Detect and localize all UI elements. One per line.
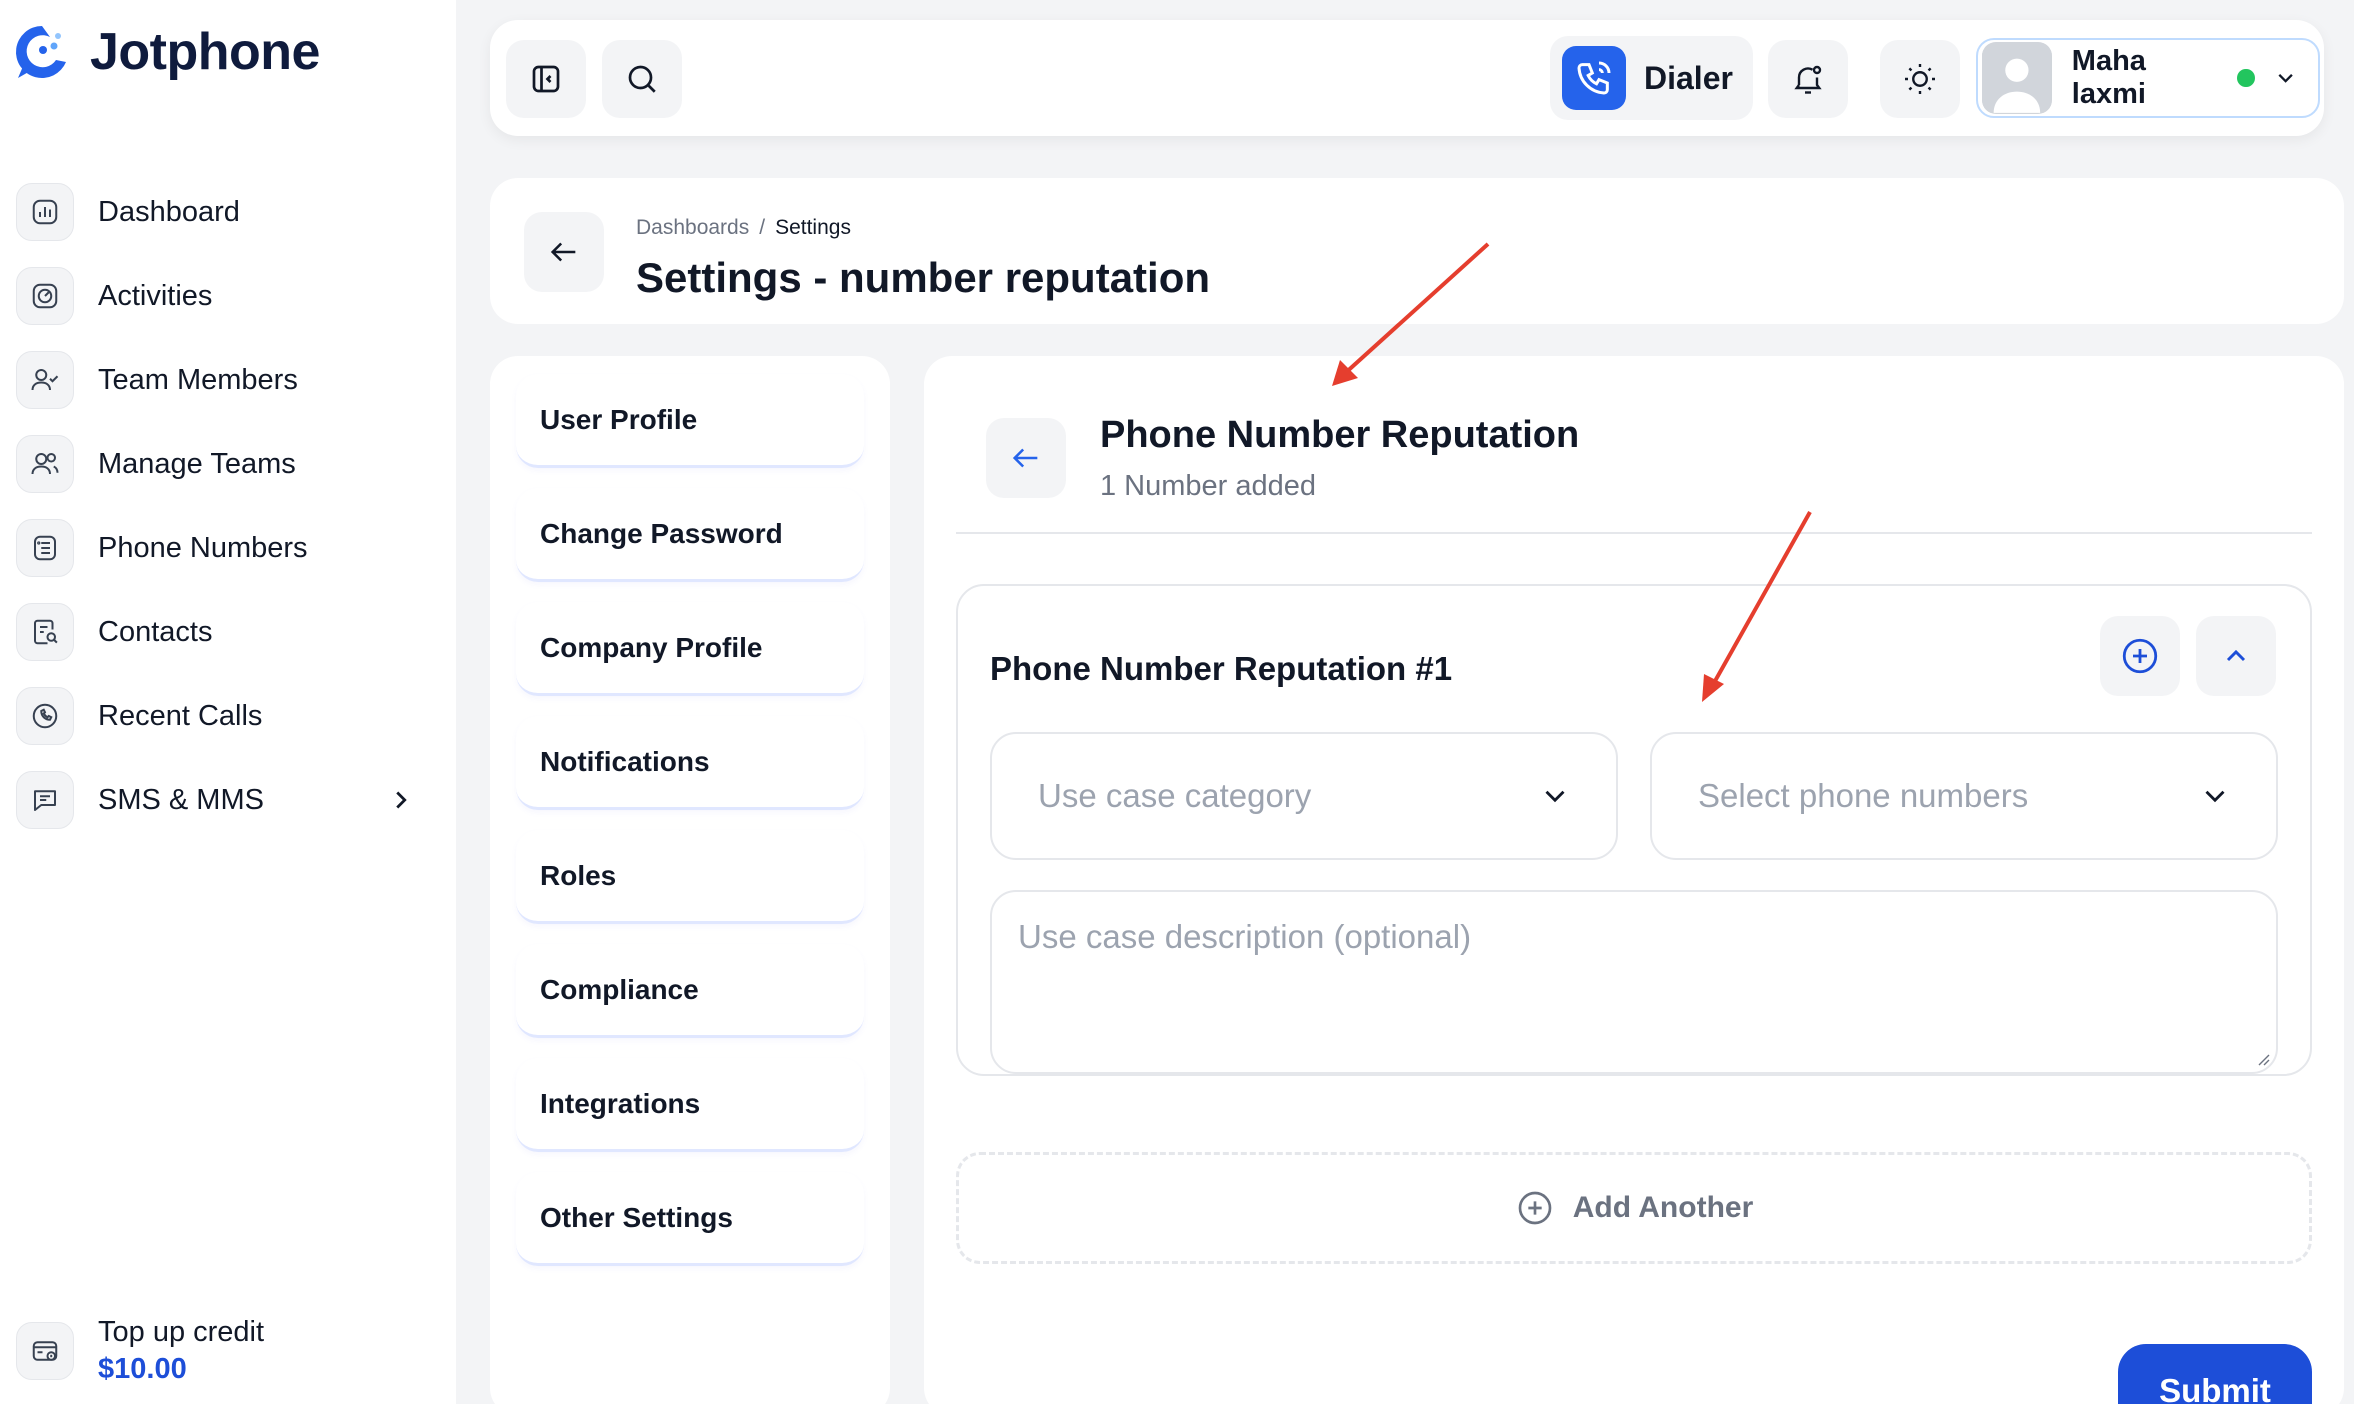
manage-teams-icon — [16, 435, 74, 493]
sun-icon — [1905, 64, 1935, 94]
sidebar-item-sms-mms[interactable]: SMS & MMS — [16, 758, 416, 842]
sidebar-nav: Dashboard Activities Team Members Manage… — [16, 170, 416, 842]
page-header: Dashboards / Settings Settings - number … — [490, 178, 2344, 324]
panel-subtitle: 1 Number added — [1100, 470, 1317, 502]
sms-icon — [16, 771, 74, 829]
panel-title: Phone Number Reputation — [1100, 414, 1580, 456]
collapse-sidebar-button[interactable] — [506, 40, 586, 118]
breadcrumb-dashboards[interactable]: Dashboards — [636, 216, 749, 240]
sidebar-item-manage-teams[interactable]: Manage Teams — [16, 422, 416, 506]
logo[interactable]: Jotphone — [10, 20, 320, 84]
phone-numbers-placeholder: Select phone numbers — [1698, 777, 2029, 814]
activity-icon — [16, 267, 74, 325]
use-case-description-field[interactable]: Use case description (optional) — [990, 890, 2278, 1074]
sidebar-item-contacts[interactable]: Contacts — [16, 590, 416, 674]
credit-amount: $10.00 — [98, 1353, 187, 1385]
sidebar-item-label: Manage Teams — [98, 447, 296, 480]
settings-item-notifications[interactable]: Notifications — [516, 716, 864, 810]
brand-name: Jotphone — [90, 23, 320, 81]
reputation-card: Phone Number Reputation #1 Use case cate… — [956, 584, 2312, 1076]
contacts-icon — [16, 603, 74, 661]
settings-item-compliance[interactable]: Compliance — [516, 944, 864, 1038]
team-members-icon — [16, 351, 74, 409]
chevron-down-icon — [2278, 74, 2293, 83]
search-icon — [628, 65, 656, 93]
notifications-button[interactable] — [1768, 40, 1848, 118]
theme-toggle-button[interactable] — [1880, 40, 1960, 118]
add-another-label: Add Another — [1572, 1191, 1754, 1224]
header-back-button[interactable] — [524, 212, 604, 292]
breadcrumb: Dashboards / Settings — [636, 216, 851, 240]
chart-icon — [16, 183, 74, 241]
use-case-description-placeholder: Use case description (optional) — [1018, 918, 1472, 955]
plus-circle-icon — [2122, 638, 2158, 674]
dialer-button[interactable]: Dialer — [1550, 36, 1753, 120]
jotphone-logo-icon — [16, 26, 66, 78]
avatar — [1982, 42, 2052, 114]
settings-item-change-password[interactable]: Change Password — [516, 488, 864, 582]
sidebar-item-label: Team Members — [98, 363, 298, 396]
settings-menu: User Profile Change Password Company Pro… — [490, 356, 890, 1404]
plus-circle-icon — [1518, 1191, 1552, 1225]
credit-label: Top up credit — [98, 1316, 265, 1348]
collapse-sidebar-icon — [532, 65, 560, 93]
chevron-down-icon — [2205, 790, 2225, 803]
sidebar-item-label: Recent Calls — [98, 699, 263, 732]
breadcrumb-separator: / — [759, 216, 766, 239]
use-case-category-select[interactable]: Use case category — [990, 732, 1618, 860]
top-up-credit[interactable]: Top up credit $10.00 — [16, 1316, 264, 1386]
sidebar: Jotphone Dashboard Activities Team Membe… — [0, 0, 456, 1404]
chevron-right-icon — [396, 791, 407, 809]
collapse-card-button[interactable] — [2196, 616, 2276, 696]
sidebar-item-label: Activities — [98, 279, 213, 312]
sidebar-item-activities[interactable]: Activities — [16, 254, 416, 338]
page-title: Settings - number reputation — [636, 254, 1211, 301]
settings-item-roles[interactable]: Roles — [516, 830, 864, 924]
dialer-label: Dialer — [1644, 59, 1733, 96]
sidebar-item-label: Dashboard — [98, 195, 240, 228]
sidebar-item-label: Phone Numbers — [98, 531, 308, 564]
settings-item-company-profile[interactable]: Company Profile — [516, 602, 864, 696]
add-another-button[interactable]: Add Another — [956, 1152, 2312, 1264]
phone-call-icon — [1562, 46, 1626, 110]
settings-item-other-settings[interactable]: Other Settings — [516, 1172, 864, 1266]
divider — [956, 532, 2312, 534]
chevron-up-icon — [2226, 649, 2246, 662]
arrow-left-icon — [550, 242, 576, 262]
wallet-icon — [16, 1322, 74, 1380]
user-menu[interactable]: Maha laxmi — [1976, 38, 2320, 118]
sidebar-item-label: SMS & MMS — [98, 783, 264, 816]
add-number-button[interactable] — [2100, 616, 2180, 696]
phone-numbers-select[interactable]: Select phone numbers — [1650, 732, 2278, 860]
user-name: Maha laxmi — [2071, 45, 2146, 110]
phone-reputation-panel: Phone Number Reputation 1 Number added P… — [924, 356, 2344, 1404]
recent-calls-icon — [16, 687, 74, 745]
settings-item-integrations[interactable]: Integrations — [516, 1058, 864, 1152]
sidebar-item-phone-numbers[interactable]: Phone Numbers — [16, 506, 416, 590]
chevron-down-icon — [1545, 790, 1565, 803]
sidebar-item-dashboard[interactable]: Dashboard — [16, 170, 416, 254]
online-status-dot — [2237, 69, 2255, 87]
topbar: Dialer Maha laxmi — [490, 20, 2324, 136]
use-case-category-placeholder: Use case category — [1038, 777, 1312, 814]
arrow-left-icon — [1012, 448, 1038, 468]
reputation-card-title: Phone Number Reputation #1 — [990, 650, 1453, 687]
submit-button[interactable]: Submit — [2118, 1344, 2312, 1404]
resize-handle-icon[interactable] — [2254, 1050, 2270, 1066]
search-button[interactable] — [602, 40, 682, 118]
phone-numbers-icon — [16, 519, 74, 577]
breadcrumb-settings: Settings — [775, 216, 851, 239]
settings-item-user-profile[interactable]: User Profile — [516, 374, 864, 468]
panel-back-button[interactable] — [986, 418, 1066, 498]
sidebar-item-label: Contacts — [98, 615, 213, 648]
sidebar-item-team-members[interactable]: Team Members — [16, 338, 416, 422]
sidebar-item-recent-calls[interactable]: Recent Calls — [16, 674, 416, 758]
bell-icon — [1794, 65, 1822, 94]
